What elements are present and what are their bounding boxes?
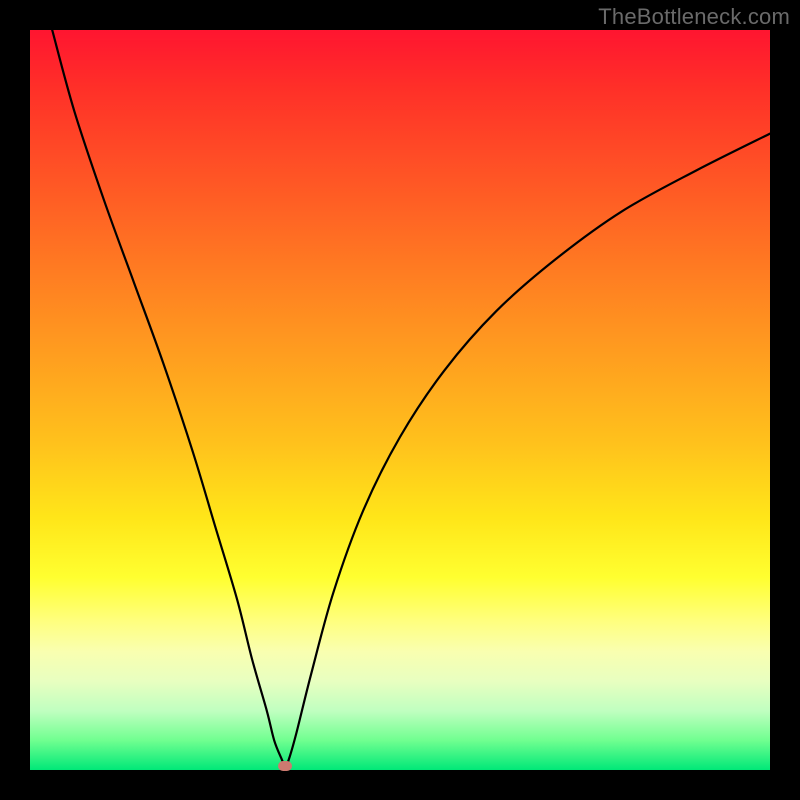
watermark-text: TheBottleneck.com [598,4,790,30]
plot-area [30,30,770,770]
chart-frame: TheBottleneck.com [0,0,800,800]
optimum-marker [278,761,292,771]
bottleneck-curve [30,30,770,770]
